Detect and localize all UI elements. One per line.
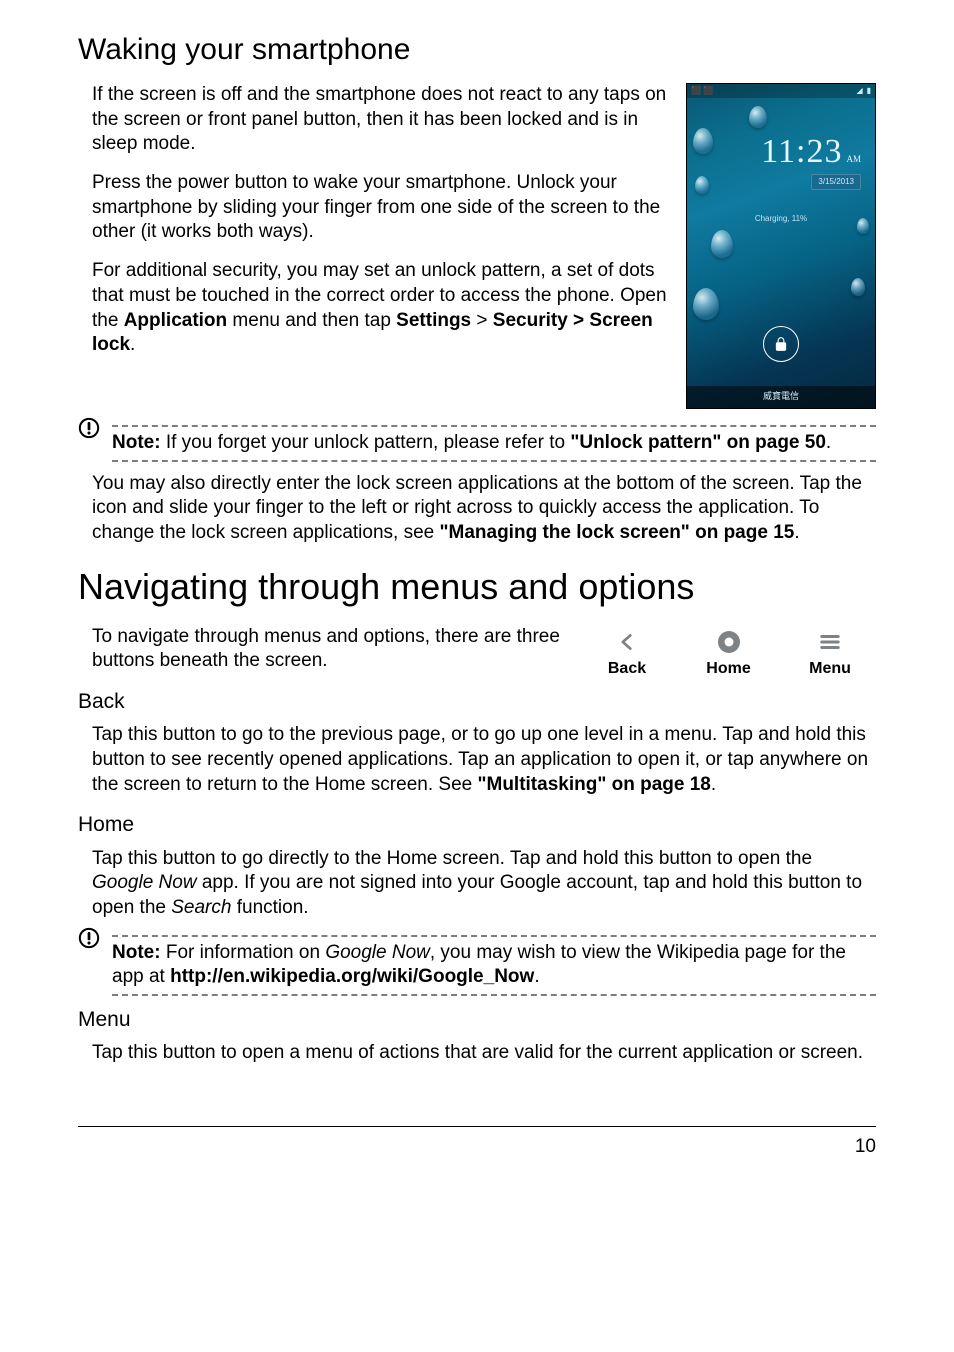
note-text: Note: If you forget your unlock pattern,… xyxy=(112,431,876,456)
nav-back-label: Back xyxy=(608,659,646,680)
back-icon xyxy=(617,629,637,655)
alert-icon xyxy=(78,927,100,949)
paragraph: If the screen is off and the smartphone … xyxy=(92,83,676,157)
menu-icon xyxy=(819,629,841,655)
alert-icon xyxy=(78,417,100,439)
lockscreen-time: 11:23 AM xyxy=(761,130,861,174)
heading-navigating: Navigating through menus and options xyxy=(78,564,876,611)
statusbar: ⬛ ⬛ ◢ ▮ xyxy=(687,84,875,98)
paragraph: Tap this button to open a menu of action… xyxy=(92,1041,876,1066)
signal-icon: ◢ xyxy=(856,86,862,96)
nav-home-label: Home xyxy=(706,659,750,680)
subheading-menu: Menu xyxy=(78,1006,876,1033)
lockscreen-carrier: 威寶電信 xyxy=(687,386,875,408)
note-callout: Note: If you forget your unlock pattern,… xyxy=(78,425,876,462)
paragraph: You may also directly enter the lock scr… xyxy=(92,472,876,546)
subheading-home: Home xyxy=(78,811,876,838)
paragraph: For additional security, you may set an … xyxy=(92,259,676,358)
battery-icon: ▮ xyxy=(867,86,871,96)
lock-icon xyxy=(763,326,799,362)
note-text: Note: For information on Google Now, you… xyxy=(112,941,876,990)
lockscreen-charging: Charging, 11% xyxy=(687,214,875,224)
paragraph: Tap this button to go to the previous pa… xyxy=(92,723,876,797)
heading-waking: Waking your smartphone xyxy=(78,30,876,69)
nav-buttons-figure: Back Home Menu xyxy=(581,629,876,680)
note-callout: Note: For information on Google Now, you… xyxy=(78,935,876,996)
page-footer: 10 xyxy=(78,1126,876,1160)
lockscreen-ampm: AM xyxy=(846,154,861,166)
statusbar-left: ⬛ ⬛ xyxy=(691,86,713,96)
paragraph: Tap this button to go directly to the Ho… xyxy=(92,847,876,921)
lockscreen-date: 3/15/2013 xyxy=(811,174,861,190)
paragraph: To navigate through menus and options, t… xyxy=(92,625,571,674)
paragraph: Press the power button to wake your smar… xyxy=(92,171,676,245)
nav-menu-label: Menu xyxy=(809,659,851,680)
home-icon xyxy=(717,629,741,655)
page-number: 10 xyxy=(855,1136,876,1157)
lockscreen-figure: ⬛ ⬛ ◢ ▮ 11:23 AM 3/15/2013 Charging, 11% xyxy=(686,83,876,409)
subheading-back: Back xyxy=(78,688,876,715)
